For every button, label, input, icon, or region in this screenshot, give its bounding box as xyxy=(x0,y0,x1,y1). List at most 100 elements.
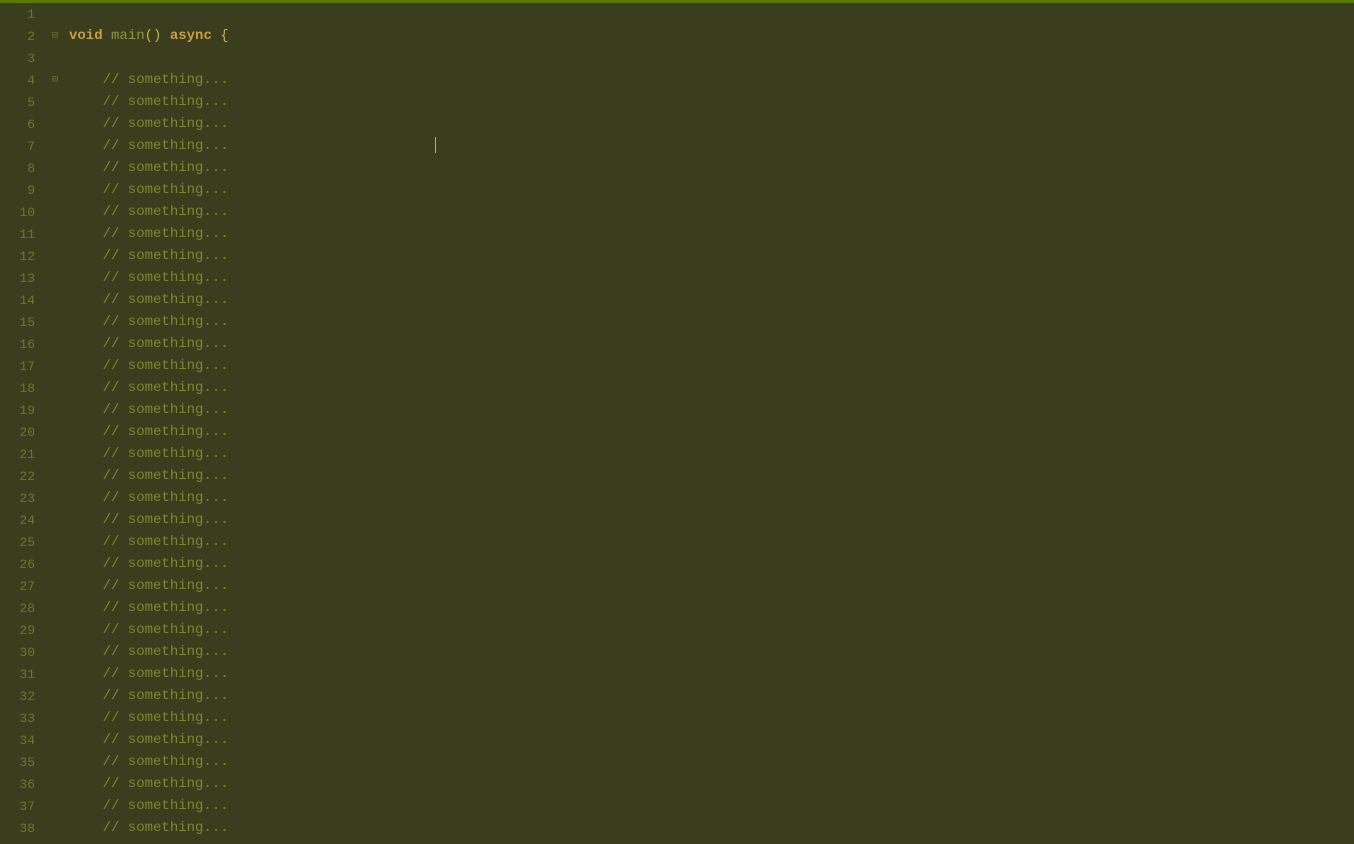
code-line: 36 // something... xyxy=(0,773,1354,795)
gutter-icon[interactable]: ⊟ xyxy=(45,74,65,86)
line-number: 11 xyxy=(0,227,45,242)
comment-text: // something... xyxy=(69,402,229,418)
comment-text: // something... xyxy=(69,644,229,660)
comment-text: // something... xyxy=(69,776,229,792)
line-content[interactable]: // something... xyxy=(65,732,1354,748)
code-line: 29 // something... xyxy=(0,619,1354,641)
code-line: 38 // something... xyxy=(0,817,1354,839)
line-number: 12 xyxy=(0,249,45,264)
line-content[interactable]: // something... xyxy=(65,402,1354,418)
line-content[interactable]: // something... xyxy=(65,622,1354,638)
line-number: 14 xyxy=(0,293,45,308)
line-content[interactable]: // something... xyxy=(65,270,1354,286)
line-content[interactable]: // something... xyxy=(65,358,1354,374)
comment-text: // something... xyxy=(69,732,229,748)
line-content[interactable]: // something... xyxy=(65,182,1354,198)
line-content[interactable]: // something... xyxy=(65,644,1354,660)
code-line: 37 // something... xyxy=(0,795,1354,817)
comment-text: // something... xyxy=(69,710,229,726)
line-number: 36 xyxy=(0,777,45,792)
line-content[interactable]: // something... xyxy=(65,820,1354,836)
line-number: 19 xyxy=(0,403,45,418)
line-content[interactable]: // something... xyxy=(65,754,1354,770)
line-number: 2 xyxy=(0,29,45,44)
code-line: 17 // something... xyxy=(0,355,1354,377)
line-number: 24 xyxy=(0,513,45,528)
line-content[interactable]: // something... xyxy=(65,490,1354,506)
line-content[interactable]: // something... xyxy=(65,204,1354,220)
code-line: 21 // something... xyxy=(0,443,1354,465)
comment-text: // something... xyxy=(69,248,229,264)
line-number: 21 xyxy=(0,447,45,462)
code-line: 28 // something... xyxy=(0,597,1354,619)
line-content[interactable]: // something... xyxy=(65,468,1354,484)
line-content[interactable]: // something... xyxy=(65,226,1354,242)
line-number: 7 xyxy=(0,139,45,154)
punctuation: () xyxy=(145,28,162,44)
line-content[interactable]: // something... xyxy=(65,600,1354,616)
line-number: 22 xyxy=(0,469,45,484)
line-content[interactable]: // something... xyxy=(65,72,1354,88)
line-number: 20 xyxy=(0,425,45,440)
line-number: 13 xyxy=(0,271,45,286)
comment-text: // something... xyxy=(69,182,229,198)
line-content[interactable]: // something... xyxy=(65,314,1354,330)
line-content[interactable]: // something... xyxy=(65,798,1354,814)
comment-text: // something... xyxy=(69,468,229,484)
comment-text: // something... xyxy=(69,424,229,440)
code-line: 27 // something... xyxy=(0,575,1354,597)
code-line: 33 // something... xyxy=(0,707,1354,729)
line-content[interactable]: // something... xyxy=(65,292,1354,308)
comment-text: // something... xyxy=(69,160,229,176)
line-content[interactable]: // something... xyxy=(65,710,1354,726)
code-area[interactable]: 12⊟void main() async {34⊟ // something..… xyxy=(0,3,1354,844)
code-line: 5 // something... xyxy=(0,91,1354,113)
code-line: 7 // something... xyxy=(0,135,1354,157)
line-content[interactable]: // something... xyxy=(65,248,1354,264)
line-content[interactable]: // something... xyxy=(65,138,1354,154)
line-content[interactable]: // something... xyxy=(65,578,1354,594)
line-content[interactable]: // something... xyxy=(65,380,1354,396)
line-content[interactable]: // something... xyxy=(65,116,1354,132)
line-content[interactable]: // something... xyxy=(65,666,1354,682)
comment-text: // something... xyxy=(69,138,229,154)
comment-text: // something... xyxy=(69,446,229,462)
code-line: 13 // something... xyxy=(0,267,1354,289)
comment-text: // something... xyxy=(69,820,229,836)
code-editor[interactable]: 12⊟void main() async {34⊟ // something..… xyxy=(0,0,1354,844)
line-content[interactable]: // something... xyxy=(65,94,1354,110)
line-number: 25 xyxy=(0,535,45,550)
line-content[interactable]: // something... xyxy=(65,534,1354,550)
code-line: 4⊟ // something... xyxy=(0,69,1354,91)
line-content[interactable]: // something... xyxy=(65,336,1354,352)
code-line: 12 // something... xyxy=(0,245,1354,267)
code-line: 34 // something... xyxy=(0,729,1354,751)
line-number: 32 xyxy=(0,689,45,704)
line-number: 28 xyxy=(0,601,45,616)
comment-text: // something... xyxy=(69,622,229,638)
comment-text: // something... xyxy=(69,798,229,814)
code-line: 32 // something... xyxy=(0,685,1354,707)
comment-text: // something... xyxy=(69,380,229,396)
line-content[interactable]: // something... xyxy=(65,446,1354,462)
code-line: 9 // something... xyxy=(0,179,1354,201)
line-number: 15 xyxy=(0,315,45,330)
line-content[interactable]: // something... xyxy=(65,424,1354,440)
line-content[interactable]: // something... xyxy=(65,776,1354,792)
keyword-void: void xyxy=(69,28,103,44)
line-content[interactable]: // something... xyxy=(65,556,1354,572)
gutter-icon[interactable]: ⊟ xyxy=(45,30,65,42)
comment-text: // something... xyxy=(69,512,229,528)
code-line: 16 // something... xyxy=(0,333,1354,355)
line-number: 34 xyxy=(0,733,45,748)
line-content[interactable]: void main() async { xyxy=(65,28,1354,44)
code-line: 18 // something... xyxy=(0,377,1354,399)
line-content[interactable]: // something... xyxy=(65,688,1354,704)
line-number: 23 xyxy=(0,491,45,506)
line-number: 29 xyxy=(0,623,45,638)
line-content[interactable]: // something... xyxy=(65,512,1354,528)
line-number: 5 xyxy=(0,95,45,110)
line-content[interactable]: // something... xyxy=(65,160,1354,176)
comment-text: // something... xyxy=(69,600,229,616)
code-line: 2⊟void main() async { xyxy=(0,25,1354,47)
